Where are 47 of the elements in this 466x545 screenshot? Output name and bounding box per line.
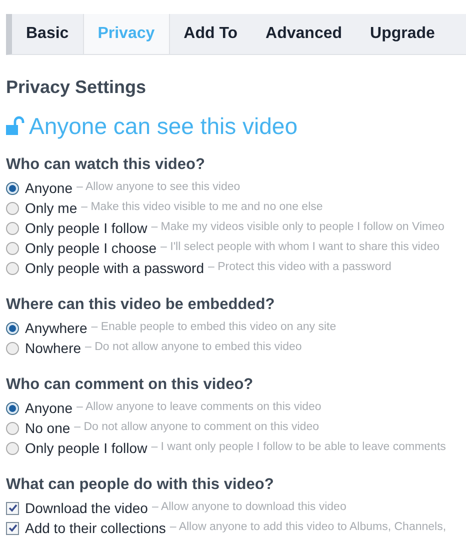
option-description: – Allow anyone to see this video	[76, 180, 240, 196]
option-description: – Do not allow anyone to embed this video	[85, 340, 302, 356]
unlocked-padlock-icon	[6, 116, 26, 136]
tab[interactable]: Upgrade	[356, 14, 449, 54]
section-heading: Who can watch this video?	[6, 155, 206, 175]
option-label: Only people I follow	[25, 218, 148, 238]
radio-button[interactable]	[6, 202, 19, 214]
section-heading: Who can comment on this video?	[6, 375, 254, 395]
option-label: Download the video	[25, 498, 148, 518]
radio-button[interactable]	[6, 442, 19, 454]
option-label: Anywhere	[25, 318, 88, 338]
option-description: – Allow anyone to download this video	[152, 500, 346, 516]
radio-button[interactable]	[6, 342, 19, 354]
option-label: Add to their collections	[25, 518, 166, 538]
radio-button[interactable]	[6, 182, 19, 194]
section-heading: What can people do with this video?	[6, 475, 275, 495]
radio-button[interactable]	[6, 322, 19, 334]
option-description: – Allow anyone to add this video to Albums, Channels,	[170, 520, 446, 536]
radio-button[interactable]	[6, 402, 19, 414]
option-label: Nowhere	[25, 338, 82, 358]
option-label: Anyone	[25, 398, 72, 418]
option-description: – I'll select people with whom I want to share this video	[160, 240, 440, 256]
checkbox[interactable]	[6, 522, 19, 534]
option-label: Only people I choose	[25, 238, 157, 258]
checkbox[interactable]	[6, 502, 19, 514]
radio-button[interactable]	[6, 222, 19, 234]
option-description: – Make my videos visible only to people I follow on Vimeo	[151, 220, 444, 236]
radio-button[interactable]	[6, 262, 19, 274]
visibility-status: Anyone can see this video	[29, 112, 298, 140]
option-label: Anyone	[25, 178, 72, 198]
page-title: Privacy Settings	[6, 76, 148, 98]
option-description: – Enable people to embed this video on any site	[91, 320, 336, 336]
tab[interactable]: Basic	[12, 14, 83, 54]
option-label: Only people with a password	[25, 258, 204, 278]
option-label: Only me	[25, 198, 78, 218]
radio-button[interactable]	[6, 242, 19, 254]
section-heading: Where can this video be embedded?	[6, 295, 276, 315]
tab[interactable]: Add To	[170, 14, 252, 54]
option-label: Only people I follow	[25, 438, 148, 458]
option-label: No one	[25, 418, 70, 438]
tab[interactable]: Advanced	[252, 14, 356, 54]
option-description: – Do not allow anyone to comment on this video	[74, 420, 319, 436]
option-description: – Protect this video with a password	[208, 260, 392, 276]
option-description: – Make this video visible to me and no one else	[81, 200, 323, 216]
option-description: – Allow anyone to leave comments on this video	[76, 400, 322, 416]
option-description: – I want only people I follow to be able to leave comments	[151, 440, 446, 456]
radio-button[interactable]	[6, 422, 19, 434]
